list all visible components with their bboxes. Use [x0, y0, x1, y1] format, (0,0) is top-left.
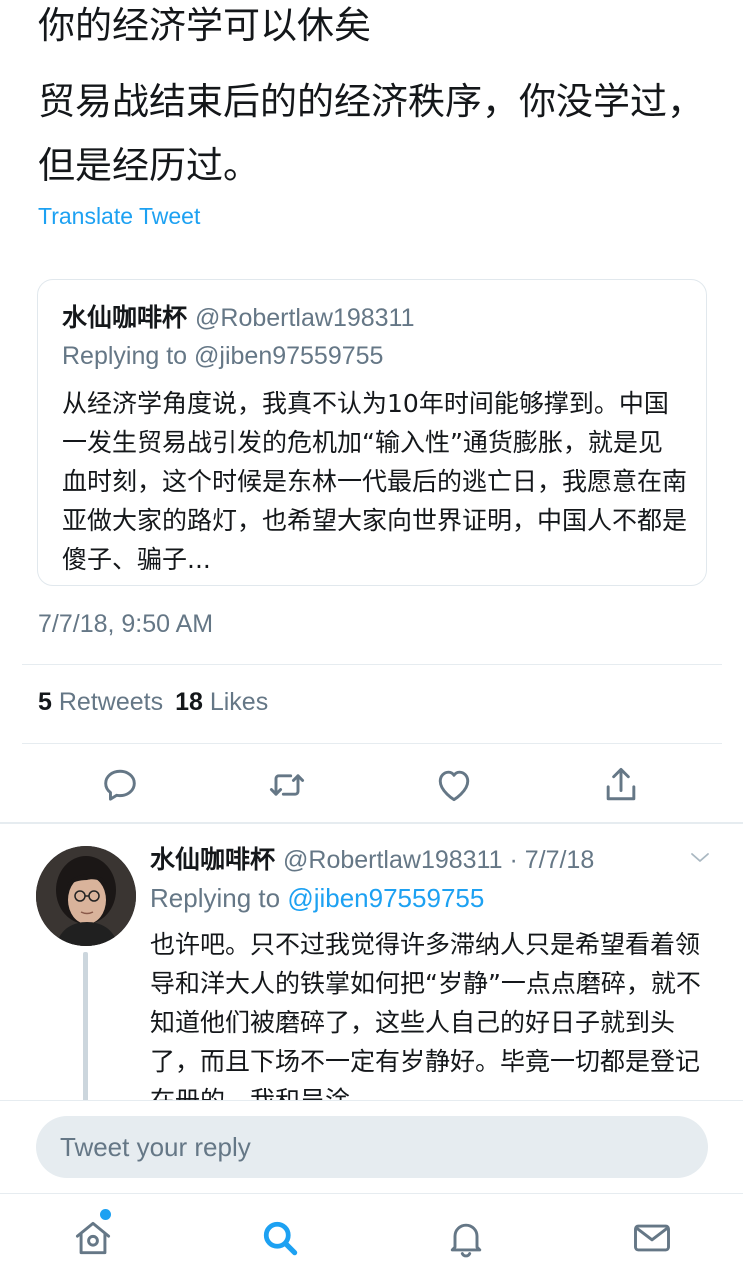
replying-to-mention[interactable]: @jiben97559755 — [287, 883, 484, 913]
divider — [22, 664, 722, 665]
like-button[interactable] — [432, 763, 476, 807]
reply-button[interactable] — [98, 763, 142, 807]
divider — [22, 743, 722, 744]
tweet-reply-input[interactable] — [36, 1116, 708, 1178]
likes-label[interactable]: Likes — [210, 688, 268, 716]
quoted-author-name: 水仙咖啡杯 — [62, 303, 188, 332]
reply-composer — [0, 1100, 743, 1193]
avatar[interactable] — [36, 846, 136, 946]
quoted-replying-to: Replying to @jiben97559755 — [62, 342, 384, 370]
chevron-down-icon — [691, 853, 709, 862]
like-icon — [438, 770, 470, 802]
quoted-tweet-text: 从经济学角度说，我真不认为10年时间能够撑到。中国一发生贸易战引发的危机加“输入… — [62, 389, 688, 574]
notifications-icon — [450, 1223, 482, 1258]
reply-header: 水仙咖啡杯 @Robertlaw198311 · 7/7/18 — [150, 840, 594, 876]
bottom-nav — [0, 1193, 743, 1280]
reply-tweet-text: 也许吧。只不过我觉得许多滞纳人只是希望看着领导和洋大人的铁掌如何把“岁静”一点点… — [150, 930, 701, 1115]
nav-home[interactable] — [71, 1216, 115, 1260]
messages-icon — [634, 1224, 670, 1252]
retweets-count[interactable]: 5 — [38, 688, 52, 716]
thread-line — [83, 952, 88, 1102]
quoted-tweet-header: 水仙咖啡杯 @Robertlaw198311 — [62, 298, 415, 334]
tweet-text-line1: 你的经济学可以休矣 — [38, 4, 371, 47]
retweet-button[interactable] — [265, 763, 309, 807]
retweets-label[interactable]: Retweets — [59, 688, 163, 716]
tweet-text-body: 贸易战结束后的的经济秩序，你没学过，但是经历过。 — [38, 80, 704, 187]
nav-notifications[interactable] — [444, 1216, 488, 1260]
quoted-author-handle: @Robertlaw198311 — [195, 304, 415, 332]
replying-to-label: Replying to — [150, 883, 281, 913]
translate-tweet-link[interactable]: Translate Tweet — [38, 203, 200, 230]
retweet-icon — [269, 774, 305, 796]
share-button[interactable] — [599, 763, 643, 807]
tweet-timestamp: 7/7/18, 9:50 AM — [38, 610, 214, 638]
nav-search[interactable] — [258, 1216, 302, 1260]
nav-messages[interactable] — [630, 1216, 674, 1260]
reply-author-name[interactable]: 水仙咖啡杯 — [150, 845, 275, 874]
reply-replying-to: Replying to @jiben97559755 — [150, 883, 484, 914]
share-icon — [606, 767, 636, 801]
section-divider — [0, 822, 743, 824]
home-icon — [75, 1221, 111, 1255]
likes-count[interactable]: 18 — [175, 688, 203, 716]
tweet-stats: 5 Retweets 18 Likes — [38, 688, 268, 717]
tweet-detail-page: 你的经济学可以休矣 贸易战结束后的的经济秩序，你没学过，但是经历过。 Trans… — [0, 0, 743, 1280]
avatar-photo — [36, 846, 136, 946]
quoted-tweet-card[interactable]: 水仙咖啡杯 @Robertlaw198311 Replying to @jiben… — [37, 279, 707, 586]
tweet-menu-button[interactable] — [688, 846, 712, 870]
search-icon — [263, 1221, 298, 1256]
reply-icon — [104, 769, 136, 801]
home-unread-dot — [100, 1209, 111, 1220]
reply-author-handle-date: @Robertlaw198311 · 7/7/18 — [283, 846, 595, 874]
